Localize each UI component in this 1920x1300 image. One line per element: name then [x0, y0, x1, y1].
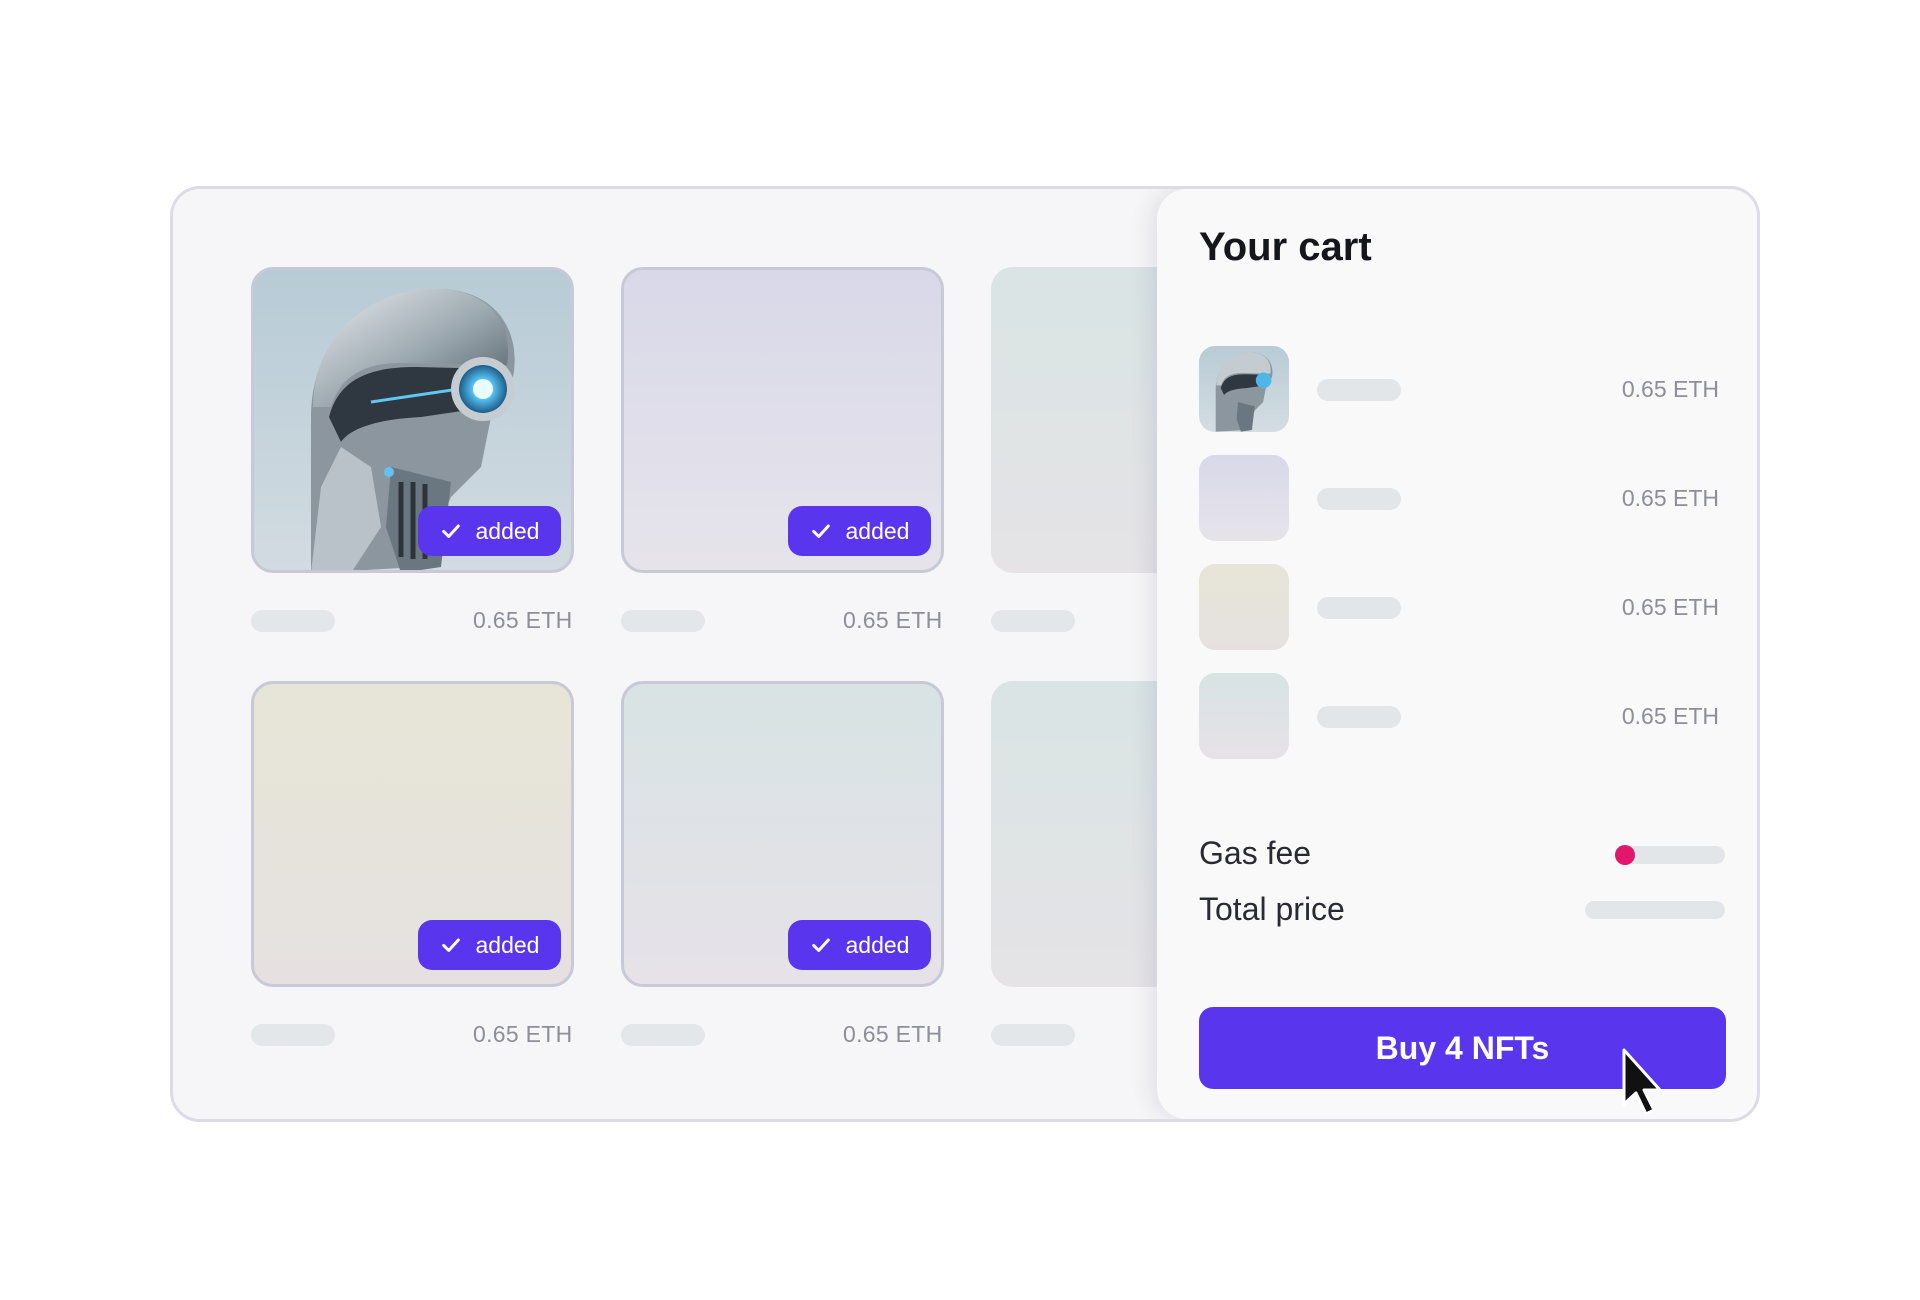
- mouse-pointer-icon: [1622, 1048, 1662, 1116]
- check-icon: [811, 524, 830, 538]
- badge-label: added: [475, 931, 540, 958]
- nft-card-lavender[interactable]: added: [621, 267, 944, 573]
- total-price-placeholder: [1585, 901, 1725, 919]
- name-placeholder: [621, 610, 705, 632]
- cart-item[interactable]: 0.65 ETH: [1199, 564, 1719, 650]
- badge-label: added: [475, 517, 540, 544]
- name-placeholder: [991, 1024, 1075, 1046]
- cart-item-thumbnail: [1199, 673, 1289, 759]
- added-badge[interactable]: added: [418, 506, 561, 556]
- card-price: 0.65 ETH: [473, 607, 573, 633]
- marketplace-window: added added 0.65 ETH 0.65 ETH added adde…: [170, 186, 1760, 1122]
- name-placeholder: [991, 610, 1075, 632]
- nft-card-robot[interactable]: added: [251, 267, 574, 573]
- badge-label: added: [845, 517, 910, 544]
- item-name-placeholder: [1317, 488, 1401, 510]
- nft-card-cream[interactable]: added: [251, 681, 574, 987]
- name-placeholder: [621, 1024, 705, 1046]
- nft-card-mint[interactable]: added: [621, 681, 944, 987]
- cart-item-thumbnail: [1199, 564, 1289, 650]
- cart-item-price: 0.65 ETH: [1621, 594, 1719, 620]
- cart-item-price: 0.65 ETH: [1621, 376, 1719, 402]
- badge-label: added: [845, 931, 910, 958]
- nft-card-partial[interactable]: [991, 267, 1181, 573]
- nft-grid: added added 0.65 ETH 0.65 ETH added adde…: [173, 189, 1181, 1119]
- cart-item-thumbnail: [1199, 455, 1289, 541]
- cart-item-price: 0.65 ETH: [1621, 485, 1719, 511]
- cart-item-price: 0.65 ETH: [1621, 703, 1719, 729]
- cart-item[interactable]: 0.65 ETH: [1199, 673, 1719, 759]
- cart-item[interactable]: 0.65 ETH: [1199, 455, 1719, 541]
- cart-panel: Your cart 0.65 ETH 0.65 ETH 0.65 ETH 0.6…: [1157, 189, 1757, 1119]
- cart-item[interactable]: 0.65 ETH: [1199, 346, 1719, 432]
- gas-fee-label: Gas fee: [1199, 835, 1312, 871]
- gas-fee-placeholder: [1625, 846, 1725, 864]
- item-name-placeholder: [1317, 379, 1401, 401]
- added-badge[interactable]: added: [418, 920, 561, 970]
- nft-card-partial[interactable]: [991, 681, 1181, 987]
- added-badge[interactable]: added: [788, 506, 931, 556]
- check-icon: [811, 938, 830, 952]
- added-badge[interactable]: added: [788, 920, 931, 970]
- item-name-placeholder: [1317, 706, 1401, 728]
- total-price-label: Total price: [1199, 891, 1345, 927]
- item-name-placeholder: [1317, 597, 1401, 619]
- card-price: 0.65 ETH: [843, 607, 943, 633]
- check-icon: [441, 938, 460, 952]
- gas-fee-indicator: [1615, 845, 1635, 865]
- cart-item-thumbnail: [1199, 346, 1289, 432]
- card-price: 0.65 ETH: [473, 1021, 573, 1047]
- robot-thumbnail-image: [1215, 352, 1273, 432]
- name-placeholder: [251, 610, 335, 632]
- card-price: 0.65 ETH: [843, 1021, 943, 1047]
- cart-title: Your cart: [1199, 225, 1372, 269]
- name-placeholder: [251, 1024, 335, 1046]
- check-icon: [441, 524, 460, 538]
